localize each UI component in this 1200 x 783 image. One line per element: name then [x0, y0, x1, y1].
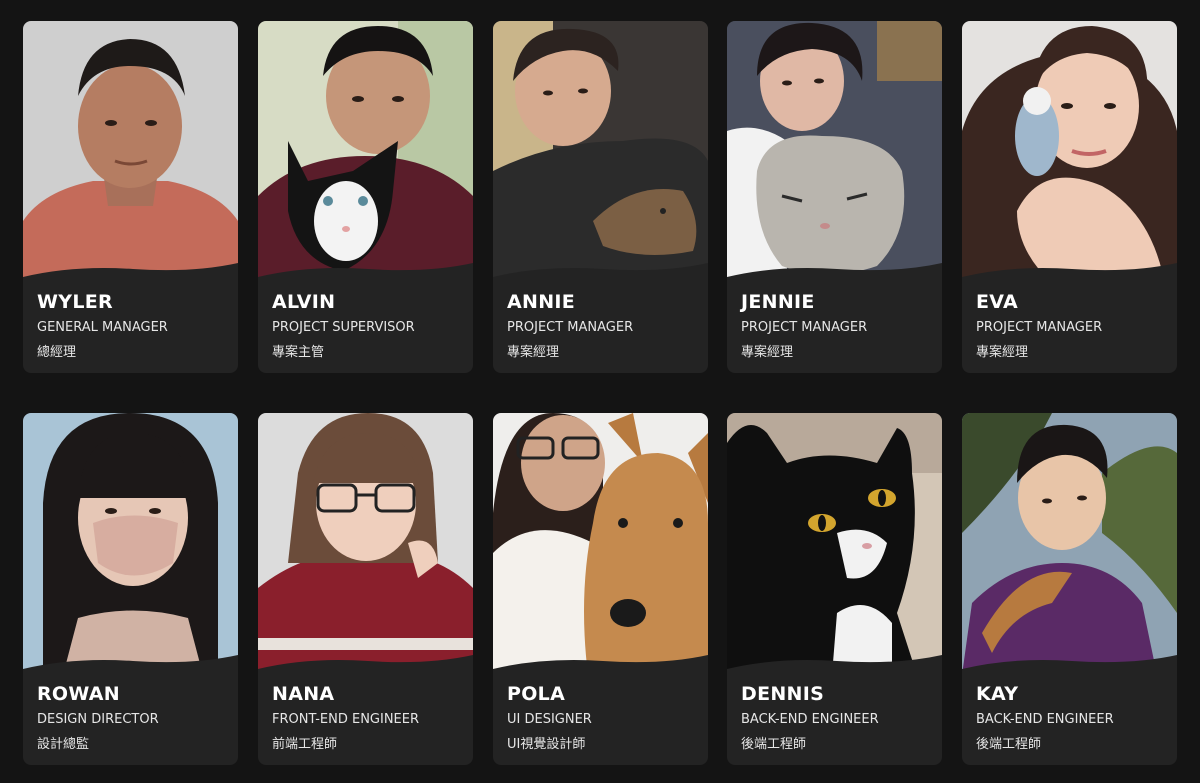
team-member-card[interactable]: DENNIS BACK-END ENGINEER 後端工程師 [727, 413, 942, 765]
team-member-card[interactable]: POLA UI DESIGNER UI視覺設計師 [493, 413, 708, 765]
member-name: POLA [507, 683, 566, 705]
member-title-en: GENERAL MANAGER [37, 320, 168, 335]
portrait-with-bird-icon [962, 21, 1177, 283]
member-title-zh: 專案經理 [976, 345, 1029, 360]
team-member-card[interactable]: ANNIE PROJECT MANAGER 專案經理 [493, 21, 708, 373]
member-title-en: FRONT-END ENGINEER [272, 712, 420, 727]
member-photo [493, 413, 708, 675]
member-title-en: PROJECT MANAGER [507, 320, 634, 335]
member-title-en: BACK-END ENGINEER [741, 712, 879, 727]
member-photo [727, 413, 942, 675]
team-member-card[interactable]: WYLER GENERAL MANAGER 總經理 [23, 21, 238, 373]
member-photo [23, 21, 238, 283]
member-title-en: DESIGN DIRECTOR [37, 712, 159, 727]
member-photo [23, 413, 238, 675]
member-photo [258, 21, 473, 283]
portrait-man-icon [23, 21, 238, 283]
member-name: WYLER [37, 291, 113, 313]
member-photo [258, 413, 473, 675]
member-title-en: BACK-END ENGINEER [976, 712, 1114, 727]
member-name: ROWAN [37, 683, 120, 705]
team-member-card[interactable]: EVA PROJECT MANAGER 專案經理 [962, 21, 1177, 373]
wave-divider [493, 655, 708, 681]
wave-divider [23, 655, 238, 681]
member-title-en: PROJECT MANAGER [741, 320, 868, 335]
portrait-woman-glasses-icon [258, 413, 473, 675]
member-title-zh: 總經理 [37, 345, 77, 360]
member-name: EVA [976, 291, 1018, 313]
member-name: DENNIS [741, 683, 825, 705]
portrait-with-cat-icon [727, 21, 942, 283]
wave-divider [493, 263, 708, 289]
team-member-card[interactable]: ALVIN PROJECT SUPERVISOR 專案主管 [258, 21, 473, 373]
member-title-en: PROJECT SUPERVISOR [272, 320, 415, 335]
wave-divider [258, 263, 473, 289]
team-grid: WYLER GENERAL MANAGER 總經理 ALVIN PROJECT … [0, 0, 1200, 783]
member-photo [493, 21, 708, 283]
member-name: JENNIE [741, 291, 815, 313]
portrait-with-dog-icon [493, 413, 708, 675]
member-title-zh: 設計總監 [37, 737, 90, 752]
member-name: ANNIE [507, 291, 576, 313]
member-title-zh: UI視覺設計師 [507, 737, 586, 752]
member-photo [727, 21, 942, 283]
member-title-zh: 專案主管 [272, 345, 325, 360]
wave-divider [962, 655, 1177, 681]
member-title-en: UI DESIGNER [507, 712, 592, 727]
portrait-with-cat-icon [258, 21, 473, 283]
member-title-zh: 前端工程師 [272, 737, 338, 752]
wave-divider [962, 263, 1177, 289]
member-name: KAY [976, 683, 1019, 705]
member-name: NANA [272, 683, 335, 705]
cat-portrait-icon [727, 413, 942, 675]
member-title-en: PROJECT MANAGER [976, 320, 1103, 335]
portrait-woman-mask-icon [23, 413, 238, 675]
portrait-with-cat-icon [493, 21, 708, 283]
portrait-man-outdoor-icon [962, 413, 1177, 675]
member-name: ALVIN [272, 291, 336, 313]
member-title-zh: 專案經理 [741, 345, 794, 360]
member-photo [962, 21, 1177, 283]
wave-divider [727, 655, 942, 681]
wave-divider [727, 263, 942, 289]
team-member-card[interactable]: JENNIE PROJECT MANAGER 專案經理 [727, 21, 942, 373]
team-member-card[interactable]: KAY BACK-END ENGINEER 後端工程師 [962, 413, 1177, 765]
member-title-zh: 後端工程師 [976, 737, 1042, 752]
team-member-card[interactable]: NANA FRONT-END ENGINEER 前端工程師 [258, 413, 473, 765]
member-title-zh: 後端工程師 [741, 737, 807, 752]
member-title-zh: 專案經理 [507, 345, 560, 360]
team-member-card[interactable]: ROWAN DESIGN DIRECTOR 設計總監 [23, 413, 238, 765]
wave-divider [258, 655, 473, 681]
member-photo [962, 413, 1177, 675]
wave-divider [23, 263, 238, 289]
